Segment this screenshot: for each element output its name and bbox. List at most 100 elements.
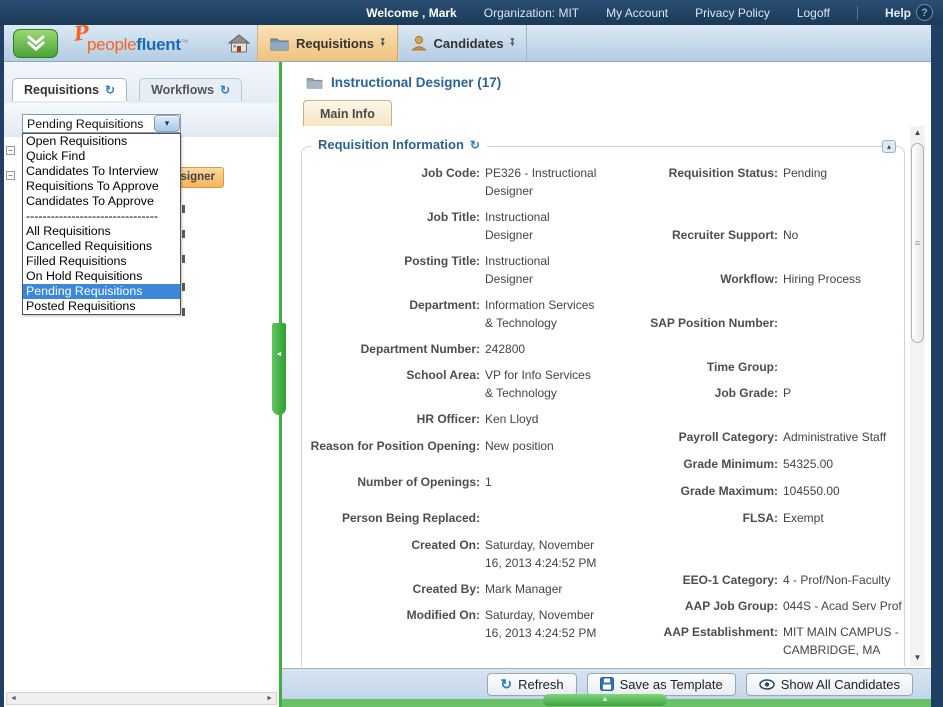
dropdown-option-separator: -------------------------------- — [23, 209, 180, 224]
save-as-template-button[interactable]: Save as Template — [587, 673, 736, 696]
privacy-policy-link[interactable]: Privacy Policy — [695, 6, 770, 20]
tree-item-fragment — [182, 230, 185, 238]
field-row: Posting Title:Instructional Designer — [303, 252, 603, 288]
sidebar: Requisitions ↻ Workflows ↻ − − Instructi… — [4, 62, 282, 707]
my-account-link[interactable]: My Account — [606, 6, 668, 20]
top-bar: Welcome , Mark Organization: MIT My Acco… — [0, 0, 943, 25]
dropdown-option[interactable]: Filled Requisitions — [23, 254, 180, 269]
bottom-collapse-handle[interactable]: ▲ — [543, 694, 667, 706]
dropdown-option[interactable]: Cancelled Requisitions — [23, 239, 180, 254]
organization-label: Organization: MIT — [484, 6, 579, 20]
field-row: Number of Openings:1 — [303, 473, 603, 491]
refresh-button[interactable]: ↻ Refresh — [487, 673, 576, 696]
refresh-icon[interactable]: ↻ — [105, 85, 115, 95]
chevron-down-icon: ▾▾ — [381, 39, 385, 47]
field-row: Time Group: — [611, 358, 905, 376]
field-row: AAP Job Group:044S - Acad Serv Prof — [611, 597, 905, 615]
sidebar-horizontal-scrollbar[interactable]: ◄ ► — [6, 692, 277, 705]
tree-item-fragment — [182, 308, 185, 316]
tree-item-fragment — [182, 205, 185, 213]
fields-column-left: Job Code:PE326 - Instructional Designer … — [303, 164, 603, 642]
field-row: Payroll Category:Administrative Staff — [611, 428, 905, 446]
welcome-text: Welcome , Mark — [366, 6, 456, 20]
refresh-icon[interactable]: ↻ — [220, 85, 230, 95]
field-row: SAP Position Number: — [611, 314, 905, 332]
scroll-down-icon[interactable]: ▼ — [910, 653, 925, 662]
tree-item-fragment — [182, 283, 185, 291]
peoplefluent-logo: P peoplefluent ™ — [72, 25, 207, 55]
dropdown-option[interactable]: Candidates To Interview — [23, 164, 180, 179]
tab-main-info[interactable]: Main Info — [303, 100, 392, 126]
section-collapse-icon[interactable]: ▴ — [882, 140, 896, 153]
field-row: Requisition Status:Pending — [611, 164, 905, 182]
field-row: Job Code:PE326 - Instructional Designer — [303, 164, 603, 200]
scroll-up-icon[interactable]: ▲ — [910, 128, 925, 137]
logo-p-glyph: P — [73, 20, 90, 45]
nav-tab-candidates[interactable]: Candidates ▾▾ — [398, 25, 528, 61]
dropdown-option[interactable]: Posted Requisitions — [23, 299, 180, 314]
section-title: Requisition Information — [318, 137, 464, 152]
field-row: Created By:Mark Manager — [303, 580, 603, 598]
nav-tab-requisitions[interactable]: Requisitions ▾▾ — [257, 25, 398, 61]
field-row: Modified On:Saturday, November 16, 2013 … — [303, 606, 603, 642]
double-chevron-down-icon — [25, 35, 47, 52]
nav-bar: P peoplefluent ™ Requisitions ▾▾ Candida… — [4, 25, 931, 62]
dropdown-arrow-icon[interactable]: ▾ — [154, 115, 180, 132]
page-header: Instructional Designer (17) — [306, 75, 501, 90]
tree-collapse-icon[interactable]: − — [6, 146, 15, 155]
field-row: Job Grade:P — [611, 384, 905, 402]
field-row: Department:Information Services & Techno… — [303, 296, 603, 332]
chevron-down-icon: ▾▾ — [511, 39, 515, 47]
field-row: Department Number:242800 — [303, 340, 603, 358]
home-button[interactable] — [221, 25, 257, 61]
field-row: AAP Establishment:MIT MAIN CAMPUS - CAMB… — [611, 623, 905, 659]
main-panel: Instructional Designer (17) Main Info Re… — [282, 62, 931, 707]
field-row: Grade Minimum:54325.00 — [611, 455, 905, 473]
app-launcher-button[interactable] — [13, 29, 58, 58]
scroll-left-icon[interactable]: ◄ — [10, 695, 17, 702]
field-row: Recruiter Support:No — [611, 226, 905, 244]
field-row: Grade Maximum:104550.00 — [611, 482, 905, 500]
requisition-information-panel: Requisition Information ↻ ▴ Job Code:PE3… — [301, 146, 905, 666]
dropdown-option[interactable]: Open Requisitions — [23, 134, 180, 149]
logoff-link[interactable]: Logoff — [797, 6, 830, 20]
eye-icon — [759, 679, 775, 690]
field-row: Person Being Replaced: — [303, 509, 603, 527]
folder-icon — [306, 76, 323, 89]
dropdown-option[interactable]: On Hold Requisitions — [23, 269, 180, 284]
scroll-right-icon[interactable]: ► — [266, 695, 273, 702]
scrollbar-thumb[interactable]: ≡ — [911, 143, 924, 343]
section-header: Requisition Information ↻ — [311, 137, 487, 152]
content-scroll-area: Requisition Information ↻ ▴ Job Code:PE3… — [282, 126, 931, 666]
refresh-icon: ↻ — [500, 679, 512, 689]
dropdown-option-selected[interactable]: Pending Requisitions — [23, 284, 180, 299]
field-row: Workflow:Hiring Process — [611, 270, 905, 288]
field-row: EEO-1 Category:4 - Prof/Non-Faculty — [611, 571, 905, 589]
page-title: Instructional Designer (17) — [331, 75, 501, 90]
sidebar-tab-workflows[interactable]: Workflows ↻ — [139, 78, 242, 101]
field-row: Job Title:Instructional Designer — [303, 208, 603, 244]
help-icon[interactable]: ? — [916, 4, 933, 21]
filter-dropdown-list: Open Requisitions Quick Find Candidates … — [22, 133, 181, 315]
dropdown-option[interactable]: All Requisitions — [23, 224, 180, 239]
dropdown-option[interactable]: Candidates To Approve — [23, 194, 180, 209]
refresh-icon[interactable]: ↻ — [470, 140, 480, 150]
tree-item-fragment — [182, 255, 185, 263]
topbar-divider — [857, 6, 858, 20]
folder-icon — [270, 36, 289, 51]
requisition-filter-select[interactable]: Pending Requisitions ▾ — [22, 114, 181, 133]
sidebar-collapse-handle[interactable]: ◄ — [272, 323, 286, 415]
field-row: FLSA:Exempt — [611, 509, 905, 527]
tree-collapse-icon[interactable]: − — [6, 171, 15, 180]
field-row: Created On:Saturday, November 16, 2013 4… — [303, 536, 603, 572]
dropdown-option[interactable]: Requisitions To Approve — [23, 179, 180, 194]
dropdown-option[interactable]: Quick Find — [23, 149, 180, 164]
home-icon — [228, 34, 250, 53]
field-row: Reason for Position Opening:New position — [303, 437, 603, 455]
show-all-candidates-button[interactable]: Show All Candidates — [746, 673, 913, 696]
help-link[interactable]: Help ? — [885, 4, 933, 21]
main-vertical-scrollbar[interactable]: ▲ ≡ ▼ — [910, 126, 925, 666]
fields-column-right: Requisition Status:Pending Recruiter Sup… — [611, 164, 905, 659]
sidebar-tab-requisitions[interactable]: Requisitions ↻ — [12, 78, 127, 101]
sidebar-tabs: Requisitions ↻ Workflows ↻ — [12, 78, 242, 101]
